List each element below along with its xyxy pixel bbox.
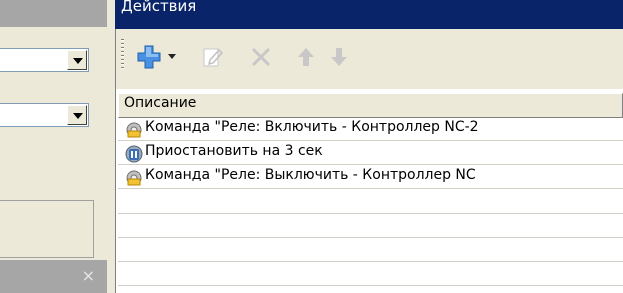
list-item-label: Команда "Реле: Включить - Контроллер NC-… — [145, 119, 479, 135]
left-groupbox — [0, 200, 94, 258]
edit-icon — [203, 48, 224, 67]
close-icon[interactable]: × — [82, 266, 95, 285]
add-icon — [137, 45, 161, 69]
toolbar-grip[interactable] — [121, 39, 124, 71]
delete-button[interactable] — [246, 43, 276, 71]
edit-button[interactable] — [199, 43, 227, 71]
left-bottom-header: × — [0, 260, 107, 293]
list-item[interactable]: Приостановить на 3 сек — [118, 142, 623, 165]
add-button[interactable] — [134, 43, 164, 71]
dropdown-arrow-icon — [168, 54, 176, 59]
splitter[interactable] — [107, 0, 115, 293]
move-up-icon — [298, 48, 314, 66]
actions-toolbar — [116, 29, 623, 89]
command-icon — [126, 170, 142, 186]
add-dropdown-button[interactable] — [166, 43, 178, 71]
left-combo-2[interactable] — [0, 103, 89, 127]
delete-icon — [251, 47, 271, 67]
column-header-description[interactable]: Описание — [118, 93, 623, 118]
left-panel-header — [0, 0, 107, 27]
move-down-icon — [331, 48, 347, 66]
list-item-label: Команда "Реле: Выключить - Контроллер NC — [145, 167, 476, 183]
empty-row[interactable] — [118, 238, 623, 262]
empty-row[interactable] — [118, 214, 623, 238]
empty-row[interactable] — [118, 190, 623, 214]
actions-title-bar: Действия — [115, 0, 623, 29]
column-header-label: Описание — [124, 95, 197, 111]
panel-title: Действия — [121, 0, 197, 15]
left-combo-1[interactable] — [0, 48, 89, 72]
command-icon — [126, 122, 142, 138]
move-down-button[interactable] — [327, 43, 351, 71]
chevron-down-icon[interactable] — [67, 50, 87, 70]
list-item[interactable]: Команда "Реле: Выключить - Контроллер NC — [118, 166, 623, 189]
move-up-button[interactable] — [294, 43, 318, 71]
empty-row[interactable] — [118, 262, 623, 286]
list-item[interactable]: Команда "Реле: Включить - Контроллер NC-… — [118, 118, 623, 141]
chevron-down-icon[interactable] — [67, 105, 87, 125]
pause-icon — [125, 145, 143, 163]
list-item-label: Приостановить на 3 сек — [145, 143, 323, 159]
